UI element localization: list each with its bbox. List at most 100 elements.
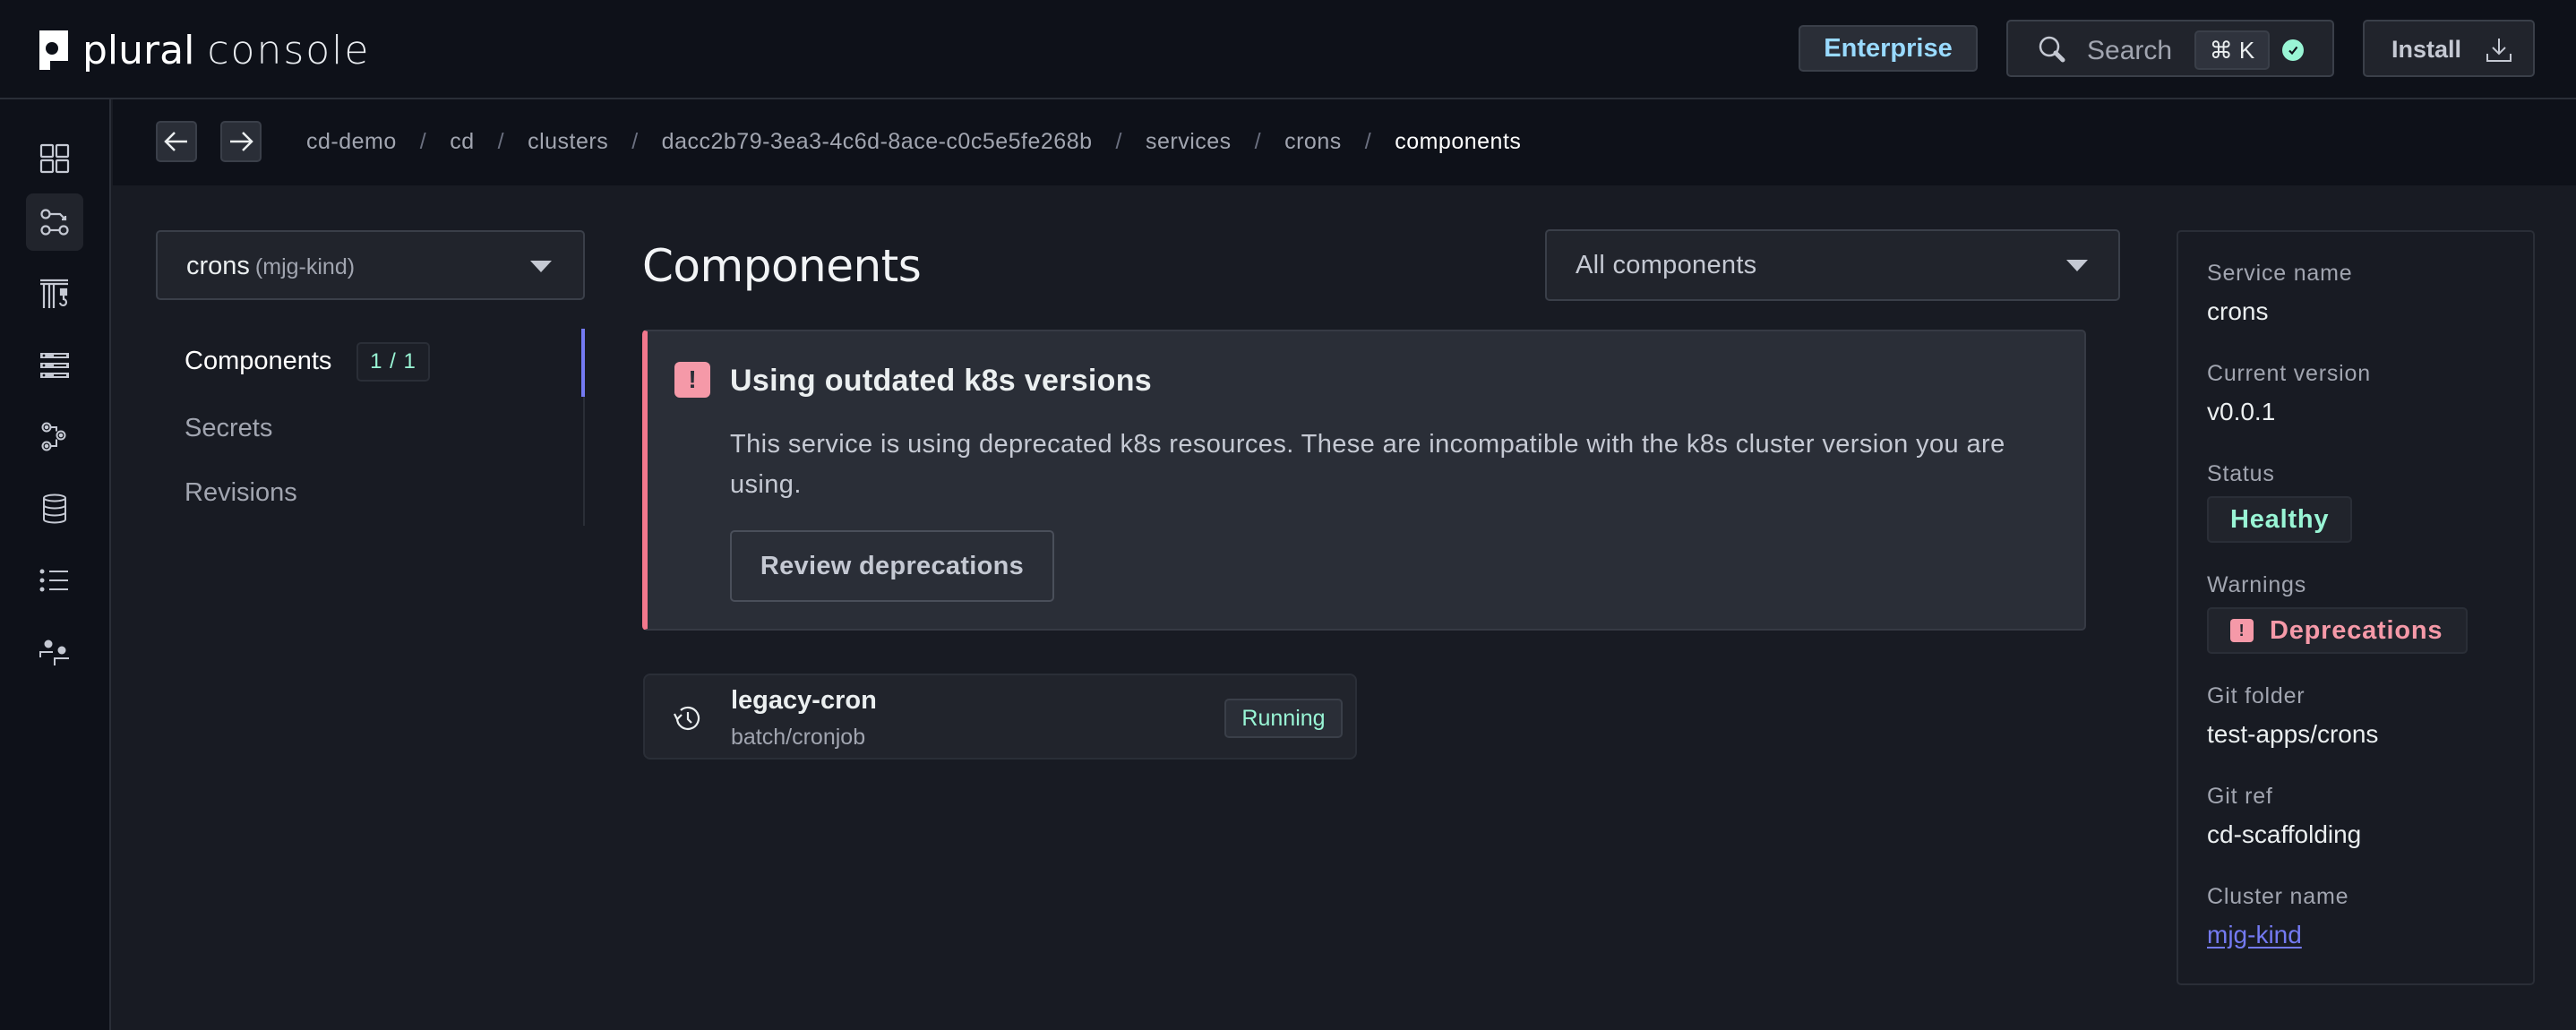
deprecations-label: Deprecations: [2270, 615, 2443, 645]
prop-label: Current version: [2207, 361, 2371, 386]
subnav-item-secrets[interactable]: Secrets: [185, 414, 272, 443]
page-title: Components: [642, 240, 922, 292]
prop-status: Status Healthy: [2207, 461, 2353, 543]
server-icon: [40, 353, 69, 378]
subnav-item-components[interactable]: Components: [185, 347, 331, 376]
component-status-badge: Running: [1224, 699, 1343, 738]
component-name: legacy-cron: [731, 686, 877, 715]
component-card[interactable]: legacy-cron batch/cronjob Running: [643, 674, 1357, 760]
service-subnav: Components 1 / 1 Secrets Revisions: [156, 329, 586, 526]
component-kind: batch/cronjob: [731, 725, 866, 750]
breadcrumb-separator: /: [1254, 129, 1262, 154]
app-logo[interactable]: plural console: [39, 27, 371, 73]
prop-label: Cluster name: [2207, 884, 2349, 909]
deprecations-badge[interactable]: ! Deprecations: [2207, 607, 2469, 654]
back-button[interactable]: [156, 121, 197, 162]
install-label: Install: [2391, 36, 2462, 63]
prop-git-ref: Git ref cd-scaffolding: [2207, 784, 2361, 849]
database-icon: [43, 494, 66, 524]
service-select-cluster: (mjg-kind): [254, 254, 356, 279]
breadcrumb: cd-demo / cd / clusters / dacc2b79-3ea3-…: [306, 129, 1521, 155]
people-icon: [39, 639, 69, 665]
deprecation-callout: ! Using outdated k8s versions This servi…: [642, 330, 2086, 631]
search-button[interactable]: Search ⌘ K: [2006, 20, 2334, 77]
sidebar-item-continuous-deployment[interactable]: [26, 193, 83, 251]
warning-icon: !: [674, 362, 710, 398]
sidebar: [0, 99, 111, 1030]
grid-icon: [39, 143, 70, 174]
callout-body: This service is using deprecated k8s res…: [730, 430, 2005, 499]
prop-label: Git ref: [2207, 784, 2273, 809]
breadcrumb-bar: cd-demo / cd / clusters / dacc2b79-3ea3-…: [113, 99, 2576, 185]
prop-label: Service name: [2207, 261, 2353, 286]
breadcrumb-separator: /: [419, 129, 427, 154]
breadcrumb-item[interactable]: cd: [450, 129, 474, 155]
breadcrumb-separator: /: [631, 129, 639, 154]
chevron-down-icon: [530, 261, 552, 272]
components-count-badge: 1 / 1: [356, 342, 430, 382]
prop-service-name: Service name crons: [2207, 261, 2352, 326]
crane-icon: [40, 279, 68, 308]
history-icon: [674, 706, 700, 730]
breadcrumb-item[interactable]: dacc2b79-3ea3-4c6d-8ace-c0c5e5fe268b: [662, 129, 1093, 155]
subnav-item-revisions[interactable]: Revisions: [185, 478, 297, 508]
sidebar-item-stacks[interactable]: [26, 265, 83, 322]
list-icon: [39, 569, 68, 592]
service-details-panel: Service name crons Current version v0.0.…: [2177, 230, 2535, 985]
breadcrumb-separator: /: [497, 129, 505, 154]
status-badge: Healthy: [2207, 496, 2353, 543]
prop-value: cd-scaffolding: [2207, 820, 2362, 848]
sidebar-item-pipelines[interactable]: [26, 408, 83, 466]
sidebar-item-kubernetes[interactable]: [26, 337, 83, 394]
prop-current-version: Current version v0.0.1: [2207, 361, 2371, 426]
arrow-right-icon: [230, 132, 253, 151]
prop-label: Warnings: [2207, 572, 2307, 597]
breadcrumb-current: components: [1395, 129, 1522, 154]
plural-logo-icon: [39, 30, 68, 70]
sidebar-item-audits[interactable]: [26, 552, 83, 609]
breadcrumb-item[interactable]: cd-demo: [306, 129, 397, 155]
breadcrumb-item[interactable]: clusters: [528, 129, 608, 155]
forward-button[interactable]: [220, 121, 262, 162]
prop-label: Git folder: [2207, 683, 2306, 708]
prop-value: test-apps/crons: [2207, 720, 2379, 748]
chevron-down-icon: [2066, 260, 2088, 271]
prop-value: crons: [2207, 297, 2269, 325]
download-icon: [2486, 39, 2512, 62]
breadcrumb-item[interactable]: crons: [1284, 129, 1342, 155]
search-icon: [2039, 36, 2065, 63]
warning-icon: !: [2230, 619, 2254, 642]
sidebar-item-users[interactable]: [26, 623, 83, 681]
service-select-name: crons: [186, 252, 250, 280]
subnav-active-indicator: [581, 329, 585, 397]
pipeline-icon: [41, 422, 66, 451]
subnav-item-label: Components: [185, 347, 332, 375]
component-filter-select[interactable]: All components: [1545, 229, 2120, 301]
subnav-item-label: Revisions: [185, 478, 297, 507]
git-flow-icon: [40, 209, 69, 236]
component-filter-value: All components: [1576, 251, 1757, 279]
arrow-left-icon: [164, 132, 187, 151]
search-label: Search: [2087, 36, 2173, 65]
sidebar-item-home[interactable]: [26, 130, 83, 187]
prop-cluster-name: Cluster name mjg-kind: [2207, 884, 2348, 949]
search-shortcut: ⌘ K: [2194, 30, 2270, 70]
service-select[interactable]: crons (mjg-kind): [156, 230, 585, 300]
sidebar-item-database[interactable]: [26, 480, 83, 537]
check-circle-icon: [2282, 39, 2304, 61]
subnav-item-label: Secrets: [185, 414, 273, 442]
prop-value: v0.0.1: [2207, 398, 2276, 425]
plan-badge[interactable]: Enterprise: [1799, 25, 1978, 72]
breadcrumb-separator: /: [1364, 129, 1372, 154]
prop-warnings: Warnings ! Deprecations: [2207, 572, 2469, 654]
install-button[interactable]: Install: [2363, 20, 2535, 77]
breadcrumb-item[interactable]: services: [1146, 129, 1232, 155]
cluster-link[interactable]: mjg-kind: [2207, 921, 2348, 949]
logo-text: plural console: [82, 27, 371, 73]
callout-title: Using outdated k8s versions: [730, 364, 1153, 398]
prop-label: Status: [2207, 461, 2275, 486]
breadcrumb-separator: /: [1115, 129, 1122, 154]
review-deprecations-button[interactable]: Review deprecations: [730, 530, 1054, 602]
prop-git-folder: Git folder test-apps/crons: [2207, 683, 2378, 749]
top-bar: plural console Enterprise Search ⌘ K Inst…: [0, 0, 2576, 99]
